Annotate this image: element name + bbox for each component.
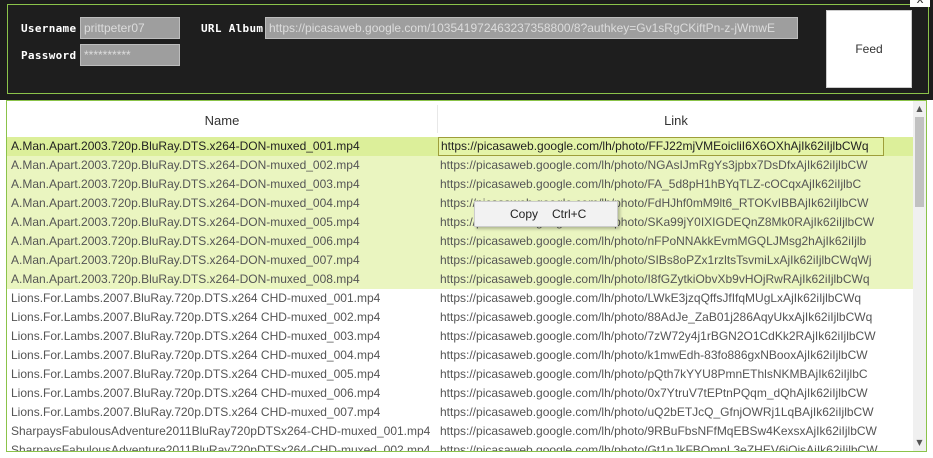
cell-name[interactable]: Lions.For.Lambs.2007.BluRay.720p.DTS.x26… bbox=[11, 308, 435, 327]
cell-name[interactable]: A.Man.Apart.2003.720p.BluRay.DTS.x264-DO… bbox=[11, 137, 435, 156]
vertical-scrollbar[interactable]: ▲ ▼ bbox=[913, 101, 926, 451]
cell-name[interactable]: Lions.For.Lambs.2007.BluRay.720p.DTS.x26… bbox=[11, 384, 435, 403]
cell-link[interactable]: https://picasaweb.google.com/lh/photo/88… bbox=[440, 308, 912, 327]
cell-name[interactable]: SharpaysFabulousAdventure2011BluRay720pD… bbox=[11, 441, 435, 451]
username-label: Username bbox=[21, 22, 77, 35]
table-row[interactable]: A.Man.Apart.2003.720p.BluRay.DTS.x264-DO… bbox=[7, 175, 913, 194]
cell-link[interactable]: https://picasaweb.google.com/lh/photo/Gt… bbox=[440, 441, 912, 451]
cell-name[interactable]: Lions.For.Lambs.2007.BluRay.720p.DTS.x26… bbox=[11, 365, 435, 384]
grid-header: Name Link bbox=[7, 101, 913, 138]
cell-link[interactable]: https://picasaweb.google.com/lh/photo/0x… bbox=[440, 384, 912, 403]
table-row[interactable]: A.Man.Apart.2003.720p.BluRay.DTS.x264-DO… bbox=[7, 232, 913, 251]
table-row[interactable]: A.Man.Apart.2003.720p.BluRay.DTS.x264-DO… bbox=[7, 137, 913, 156]
table-row[interactable]: A.Man.Apart.2003.720p.BluRay.DTS.x264-DO… bbox=[7, 194, 913, 213]
context-menu-copy[interactable]: Copy bbox=[510, 202, 538, 226]
table-row[interactable]: Lions.For.Lambs.2007.BluRay.720p.DTS.x26… bbox=[7, 403, 913, 422]
scroll-thumb[interactable] bbox=[915, 117, 924, 207]
cell-link[interactable]: https://picasaweb.google.com/lh/photo/uQ… bbox=[440, 403, 912, 422]
table-row[interactable]: SharpaysFabulousAdventure2011BluRay720pD… bbox=[7, 441, 913, 451]
cell-link[interactable]: https://picasaweb.google.com/lh/photo/SI… bbox=[440, 251, 912, 270]
cell-link[interactable]: https://picasaweb.google.com/lh/photo/FA… bbox=[440, 175, 912, 194]
cell-link[interactable]: https://picasaweb.google.com/lh/photo/nF… bbox=[440, 232, 912, 251]
cell-name[interactable]: A.Man.Apart.2003.720p.BluRay.DTS.x264-DO… bbox=[11, 194, 435, 213]
url-album-input[interactable]: https://picasaweb.google.com/10354197246… bbox=[265, 17, 798, 39]
password-input[interactable]: ********** bbox=[80, 44, 180, 66]
cell-link[interactable]: https://picasaweb.google.com/lh/photo/FF… bbox=[438, 137, 884, 156]
table-row[interactable]: A.Man.Apart.2003.720p.BluRay.DTS.x264-DO… bbox=[7, 156, 913, 175]
cell-link[interactable]: https://picasaweb.google.com/lh/photo/9R… bbox=[440, 422, 912, 441]
cell-name[interactable]: A.Man.Apart.2003.720p.BluRay.DTS.x264-DO… bbox=[11, 175, 435, 194]
table-row[interactable]: A.Man.Apart.2003.720p.BluRay.DTS.x264-DO… bbox=[7, 213, 913, 232]
scroll-up-arrow-icon[interactable]: ▲ bbox=[913, 103, 926, 115]
cell-link[interactable]: https://picasaweb.google.com/lh/photo/LW… bbox=[440, 289, 912, 308]
table-row[interactable]: Lions.For.Lambs.2007.BluRay.720p.DTS.x26… bbox=[7, 346, 913, 365]
results-grid: Name Link A.Man.Apart.2003.720p.BluRay.D… bbox=[6, 100, 927, 452]
table-row[interactable]: Lions.For.Lambs.2007.BluRay.720p.DTS.x26… bbox=[7, 289, 913, 308]
table-row[interactable]: Lions.For.Lambs.2007.BluRay.720p.DTS.x26… bbox=[7, 308, 913, 327]
column-separator[interactable] bbox=[437, 105, 438, 133]
cell-name[interactable]: A.Man.Apart.2003.720p.BluRay.DTS.x264-DO… bbox=[11, 213, 435, 232]
username-input[interactable]: prittpeter07 bbox=[80, 17, 180, 39]
table-row[interactable]: Lions.For.Lambs.2007.BluRay.720p.DTS.x26… bbox=[7, 384, 913, 403]
table-row[interactable]: A.Man.Apart.2003.720p.BluRay.DTS.x264-DO… bbox=[7, 270, 913, 289]
cell-name[interactable]: Lions.For.Lambs.2007.BluRay.720p.DTS.x26… bbox=[11, 346, 435, 365]
table-row[interactable]: Lions.For.Lambs.2007.BluRay.720p.DTS.x26… bbox=[7, 365, 913, 384]
credentials-panel: Username prittpeter07 Password *********… bbox=[0, 0, 933, 100]
password-label: Password bbox=[21, 49, 77, 62]
close-icon[interactable]: x bbox=[910, 0, 930, 7]
cell-link[interactable]: https://picasaweb.google.com/lh/photo/I8… bbox=[440, 270, 912, 289]
cell-link[interactable]: https://picasaweb.google.com/lh/photo/pQ… bbox=[440, 365, 912, 384]
cell-name[interactable]: A.Man.Apart.2003.720p.BluRay.DTS.x264-DO… bbox=[11, 232, 435, 251]
scroll-down-arrow-icon[interactable]: ▼ bbox=[913, 437, 926, 449]
cell-name[interactable]: A.Man.Apart.2003.720p.BluRay.DTS.x264-DO… bbox=[11, 156, 435, 175]
table-row[interactable]: Lions.For.Lambs.2007.BluRay.720p.DTS.x26… bbox=[7, 327, 913, 346]
table-row[interactable]: A.Man.Apart.2003.720p.BluRay.DTS.x264-DO… bbox=[7, 251, 913, 270]
cell-name[interactable]: Lions.For.Lambs.2007.BluRay.720p.DTS.x26… bbox=[11, 289, 435, 308]
table-row[interactable]: SharpaysFabulousAdventure2011BluRay720pD… bbox=[7, 422, 913, 441]
column-header-name[interactable]: Name bbox=[7, 101, 437, 137]
context-menu: Copy Ctrl+C bbox=[474, 201, 618, 227]
cell-name[interactable]: SharpaysFabulousAdventure2011BluRay720pD… bbox=[11, 422, 435, 441]
cell-name[interactable]: Lions.For.Lambs.2007.BluRay.720p.DTS.x26… bbox=[11, 403, 435, 422]
url-album-label: URL Album bbox=[201, 22, 264, 35]
cell-link[interactable]: https://picasaweb.google.com/lh/photo/7z… bbox=[440, 327, 912, 346]
cell-name[interactable]: A.Man.Apart.2003.720p.BluRay.DTS.x264-DO… bbox=[11, 251, 435, 270]
cell-link[interactable]: https://picasaweb.google.com/lh/photo/k1… bbox=[440, 346, 912, 365]
feed-button[interactable]: Feed bbox=[826, 10, 912, 88]
cell-name[interactable]: A.Man.Apart.2003.720p.BluRay.DTS.x264-DO… bbox=[11, 270, 435, 289]
column-header-link[interactable]: Link bbox=[439, 101, 913, 137]
context-menu-copy-shortcut: Ctrl+C bbox=[552, 207, 587, 221]
cell-link[interactable]: https://picasaweb.google.com/lh/photo/NG… bbox=[440, 156, 912, 175]
cell-name[interactable]: Lions.For.Lambs.2007.BluRay.720p.DTS.x26… bbox=[11, 327, 435, 346]
